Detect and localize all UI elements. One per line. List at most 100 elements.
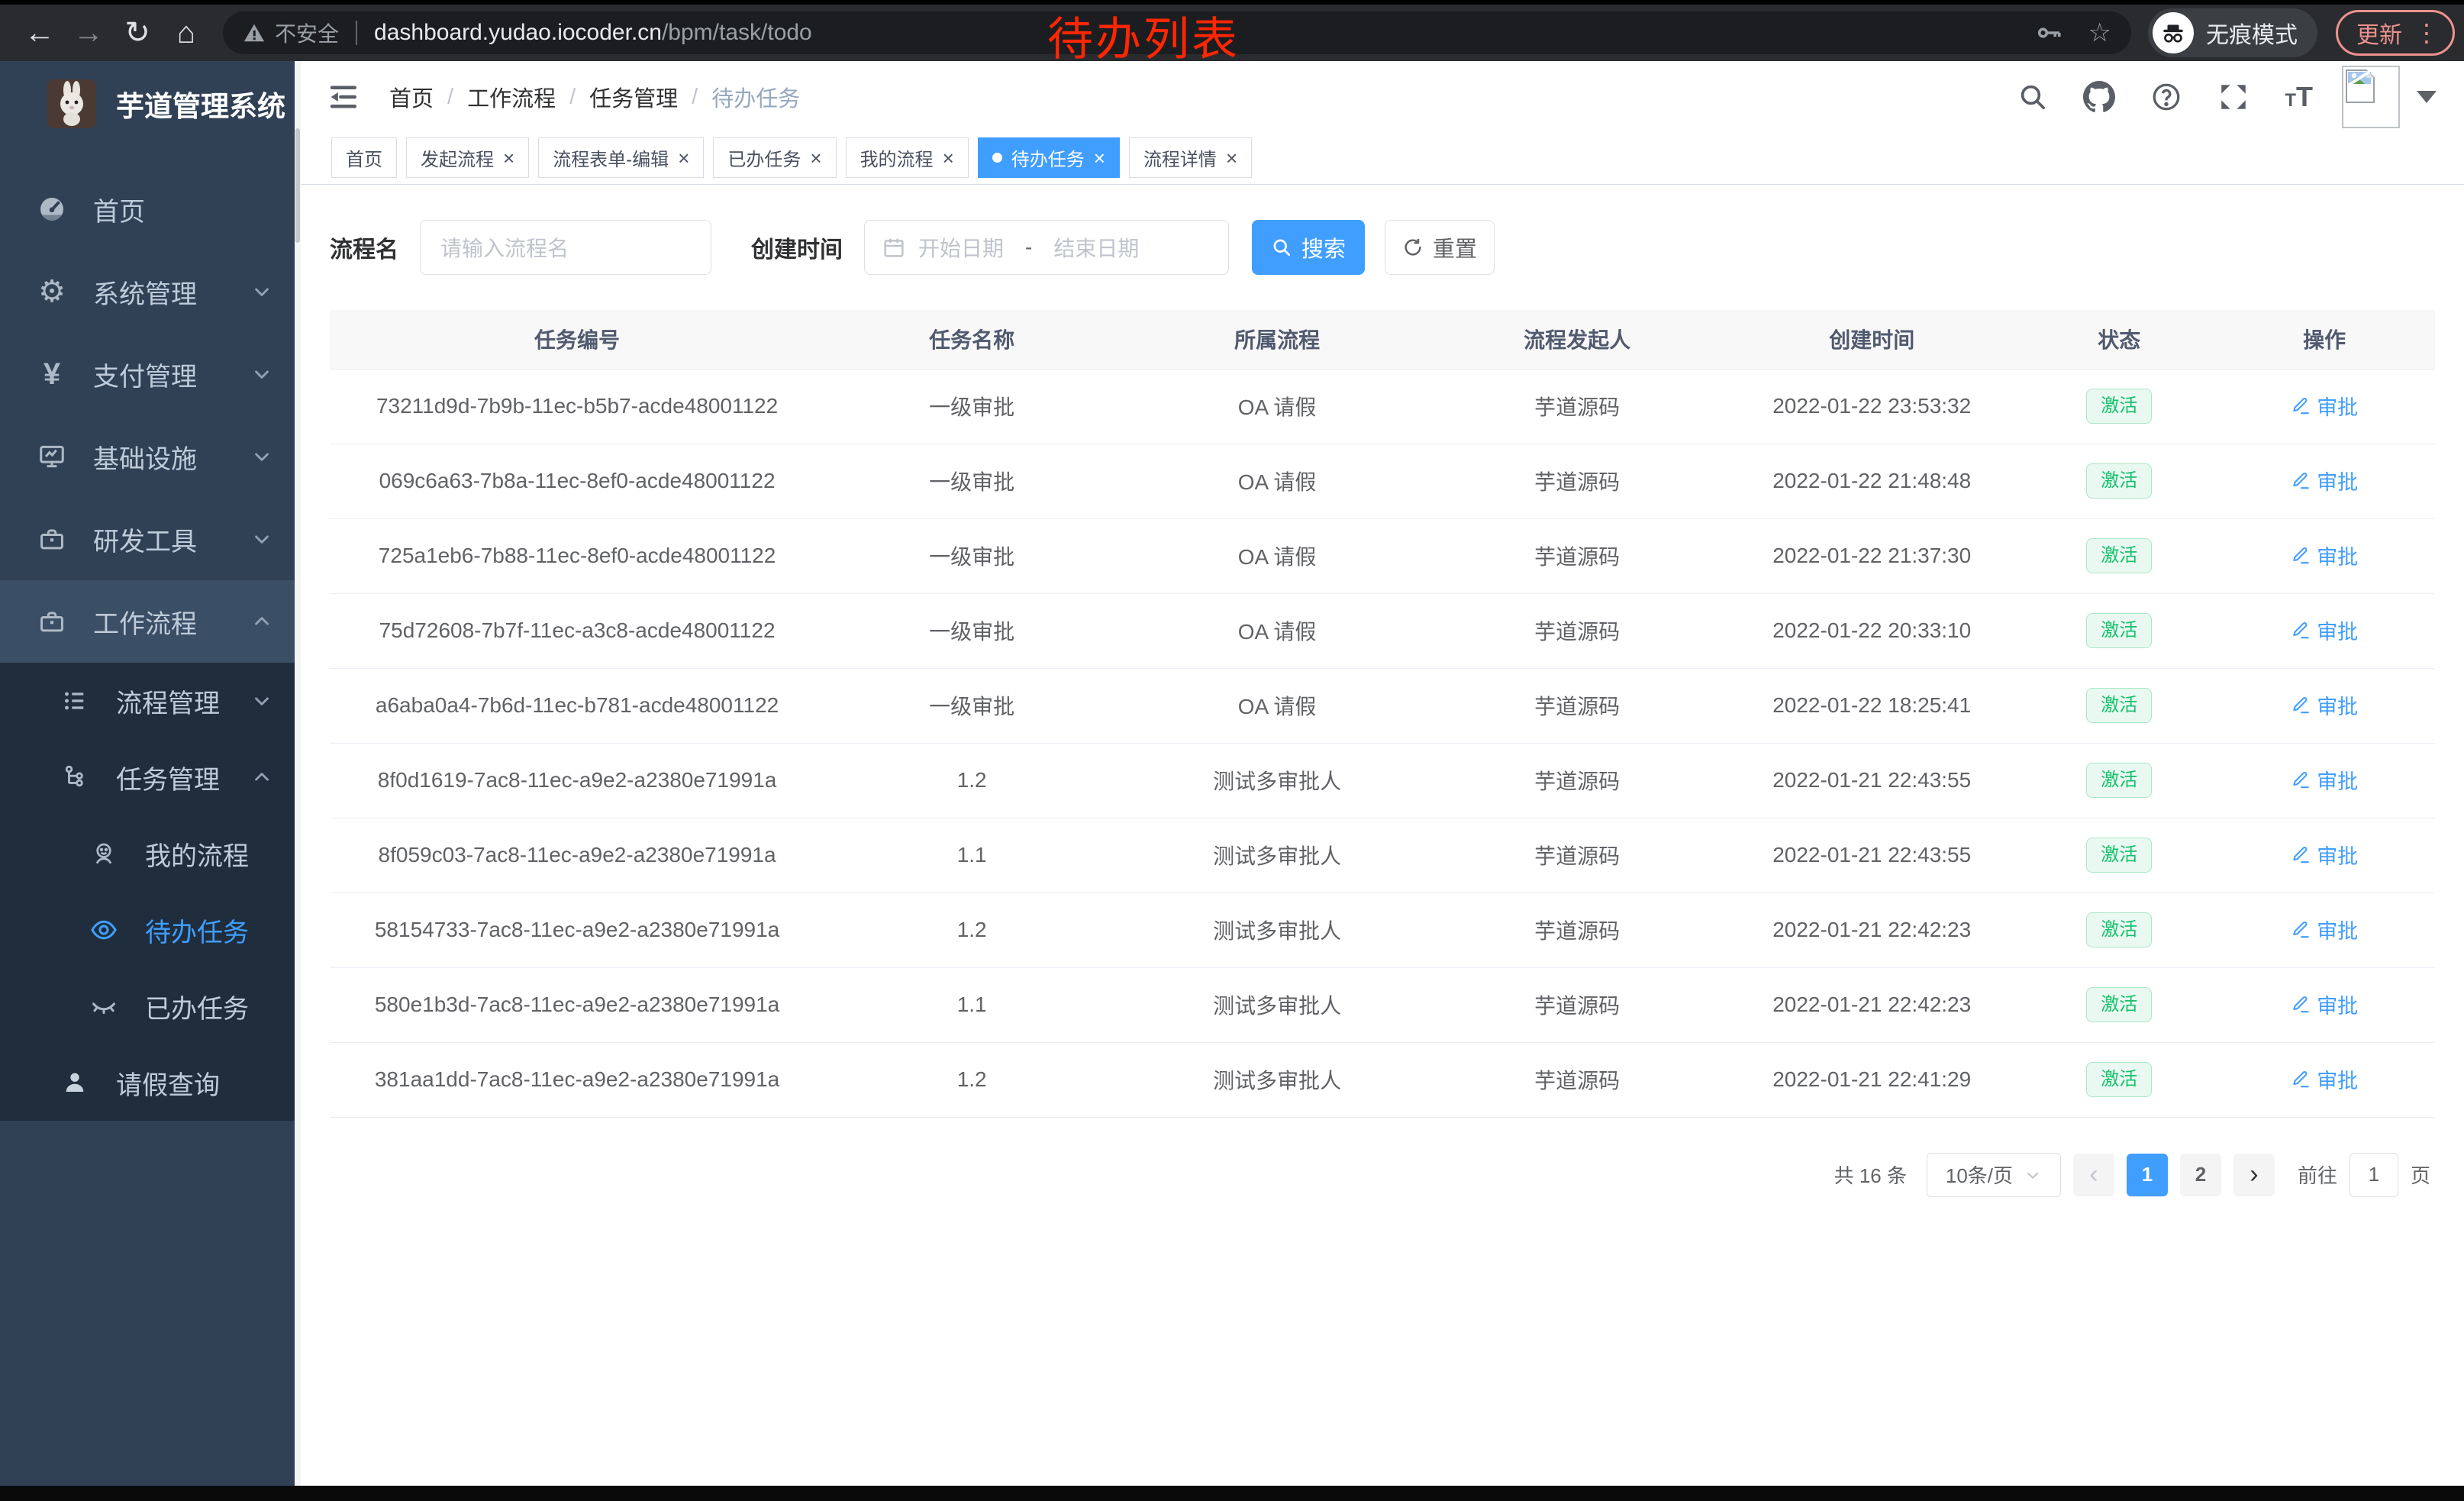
browser-update-button[interactable]: 更新 ⋮	[2336, 10, 2455, 56]
help-icon[interactable]	[2150, 81, 2182, 113]
sidebar-toggle-icon[interactable]	[327, 81, 359, 113]
browser-home-icon[interactable]: ⌂	[162, 16, 211, 50]
sidebar-item-home[interactable]: 首页	[0, 168, 301, 250]
approve-button[interactable]: 审批	[2291, 915, 2358, 944]
tab-label: 流程详情	[1143, 144, 1217, 171]
font-size-icon[interactable]: TT	[2285, 81, 2313, 113]
cell-starter: 芋道源码	[1435, 444, 1719, 518]
tab-close-icon[interactable]: ×	[943, 148, 954, 168]
tab-process-form-edit[interactable]: 流程表单-编辑×	[538, 137, 704, 178]
sidebar-item-done-tasks[interactable]: 已办任务	[0, 968, 301, 1044]
breadcrumb-home[interactable]: 首页	[389, 81, 434, 113]
tab-my-process[interactable]: 我的流程×	[846, 137, 969, 178]
browser-forward-icon[interactable]: →	[64, 16, 113, 50]
approve-button-label: 审批	[2317, 915, 2358, 944]
sidebar-item-label: 基础设施	[93, 438, 197, 476]
tab-home[interactable]: 首页	[331, 137, 397, 178]
cell-status: 激活	[2024, 593, 2214, 668]
sidebar-item-workflow[interactable]: 工作流程	[0, 580, 301, 663]
sidebar-item-label: 任务管理	[116, 759, 220, 796]
cell-status: 激活	[2024, 967, 2214, 1042]
sidebar-scrollbar[interactable]	[295, 61, 301, 1501]
password-key-icon[interactable]	[2035, 19, 2062, 47]
sidebar-item-process-management[interactable]: 流程管理	[0, 663, 301, 739]
cell-task-name: 1.2	[824, 1042, 1119, 1117]
sidebar-item-label: 首页	[93, 191, 145, 228]
approve-button[interactable]: 审批	[2291, 765, 2358, 795]
tab-todo-tasks[interactable]: 待办任务×	[978, 137, 1120, 178]
tab-process-detail[interactable]: 流程详情 ×	[1129, 137, 1252, 178]
approve-button-label: 审批	[2317, 615, 2358, 645]
avatar[interactable]	[2342, 66, 2400, 128]
sidebar-item-todo-tasks[interactable]: 待办任务	[0, 892, 301, 968]
page-button-2[interactable]: 2	[2180, 1154, 2221, 1196]
next-page-button[interactable]: ›	[2233, 1154, 2275, 1196]
sidebar-item-dev-tools[interactable]: 研发工具	[0, 498, 301, 580]
cell-actions: 审批	[2214, 743, 2435, 818]
approve-button[interactable]: 审批	[2291, 541, 2358, 570]
page-button-1[interactable]: 1	[2127, 1154, 2168, 1196]
security-label[interactable]: 不安全	[275, 18, 339, 48]
breadcrumb-task-management[interactable]: 任务管理	[589, 81, 678, 113]
cell-starter: 芋道源码	[1435, 893, 1719, 967]
tab-start-process[interactable]: 发起流程×	[406, 137, 529, 178]
sidebar-item-label: 研发工具	[93, 521, 197, 558]
sidebar-scrollbar-thumb[interactable]	[295, 128, 300, 243]
bookmark-star-icon[interactable]: ☆	[2088, 18, 2111, 48]
search-button-label: 搜索	[1301, 231, 1346, 263]
tab-close-icon[interactable]: ×	[678, 148, 689, 168]
approve-button[interactable]: 审批	[2291, 1064, 2358, 1094]
reset-button-label: 重置	[1433, 231, 1477, 263]
sidebar-item-leave-query[interactable]: 请假查询	[0, 1044, 301, 1121]
date-range-input[interactable]: 开始日期 - 结束日期	[864, 220, 1229, 275]
status-badge: 激活	[2086, 389, 2152, 424]
goto-page-input[interactable]: 1	[2350, 1153, 2398, 1197]
browser-back-icon[interactable]: ←	[15, 16, 64, 50]
sidebar-item-infrastructure[interactable]: 基础设施	[0, 415, 301, 498]
search-button[interactable]: 搜索	[1252, 220, 1365, 275]
tab-close-icon[interactable]: ×	[503, 148, 514, 168]
approve-button[interactable]: 审批	[2291, 615, 2358, 645]
cell-actions: 审批	[2214, 893, 2435, 967]
page-size-select[interactable]: 10条/页	[1927, 1153, 2061, 1197]
app-logo-row[interactable]: 芋道管理系统	[0, 61, 301, 147]
col-header-process: 所属流程	[1119, 310, 1435, 369]
status-badge: 激活	[2086, 763, 2152, 799]
page-size-value: 10条/页	[1946, 1160, 2013, 1189]
cell-task-name: 一级审批	[824, 518, 1119, 593]
fullscreen-icon[interactable]	[2217, 81, 2250, 113]
header-search-icon[interactable]	[2017, 82, 2048, 112]
process-name-input[interactable]: 请输入流程名	[420, 220, 711, 275]
github-icon[interactable]	[2083, 81, 2115, 113]
navbar-actions: TT	[1982, 66, 2437, 128]
approve-button[interactable]: 审批	[2291, 466, 2358, 495]
cell-status: 激活	[2024, 743, 2214, 818]
sidebar-item-system[interactable]: ⚙ 系统管理	[0, 250, 301, 333]
tab-close-icon[interactable]: ×	[1094, 148, 1105, 168]
prev-page-button[interactable]: ‹	[2073, 1154, 2114, 1196]
breadcrumb-workflow[interactable]: 工作流程	[467, 81, 556, 113]
approve-button[interactable]: 审批	[2291, 690, 2358, 720]
cell-task-name: 一级审批	[824, 593, 1119, 668]
tab-close-icon[interactable]: ×	[1226, 148, 1237, 168]
browser-reload-icon[interactable]: ↻	[113, 15, 162, 50]
cell-actions: 审批	[2214, 518, 2435, 593]
approve-button[interactable]: 审批	[2291, 989, 2358, 1019]
sidebar-item-my-process[interactable]: 我的流程	[0, 815, 301, 892]
approve-button[interactable]: 审批	[2291, 840, 2358, 870]
reset-button[interactable]: 重置	[1385, 220, 1495, 275]
approve-button[interactable]: 审批	[2291, 391, 2358, 421]
create-time-label: 创建时间	[751, 231, 843, 264]
cell-process: OA 请假	[1119, 518, 1435, 593]
browser-menu-icon[interactable]: ⋮	[2414, 18, 2439, 47]
col-header-status: 状态	[2024, 310, 2214, 369]
sidebar-item-payment[interactable]: ¥ 支付管理	[0, 333, 301, 415]
cell-process: OA 请假	[1119, 369, 1435, 444]
tab-done-tasks[interactable]: 已办任务×	[713, 137, 836, 178]
pagination: 共 16 条 10条/页 ‹ 1 2 › 前往 1 页	[330, 1153, 2435, 1197]
cell-created: 2022-01-22 21:37:30	[1719, 518, 2024, 593]
sidebar-item-task-management[interactable]: 任务管理	[0, 739, 301, 815]
tab-close-icon[interactable]: ×	[810, 148, 821, 168]
approve-button-label: 审批	[2317, 690, 2358, 720]
avatar-caret-icon[interactable]	[2417, 91, 2437, 103]
